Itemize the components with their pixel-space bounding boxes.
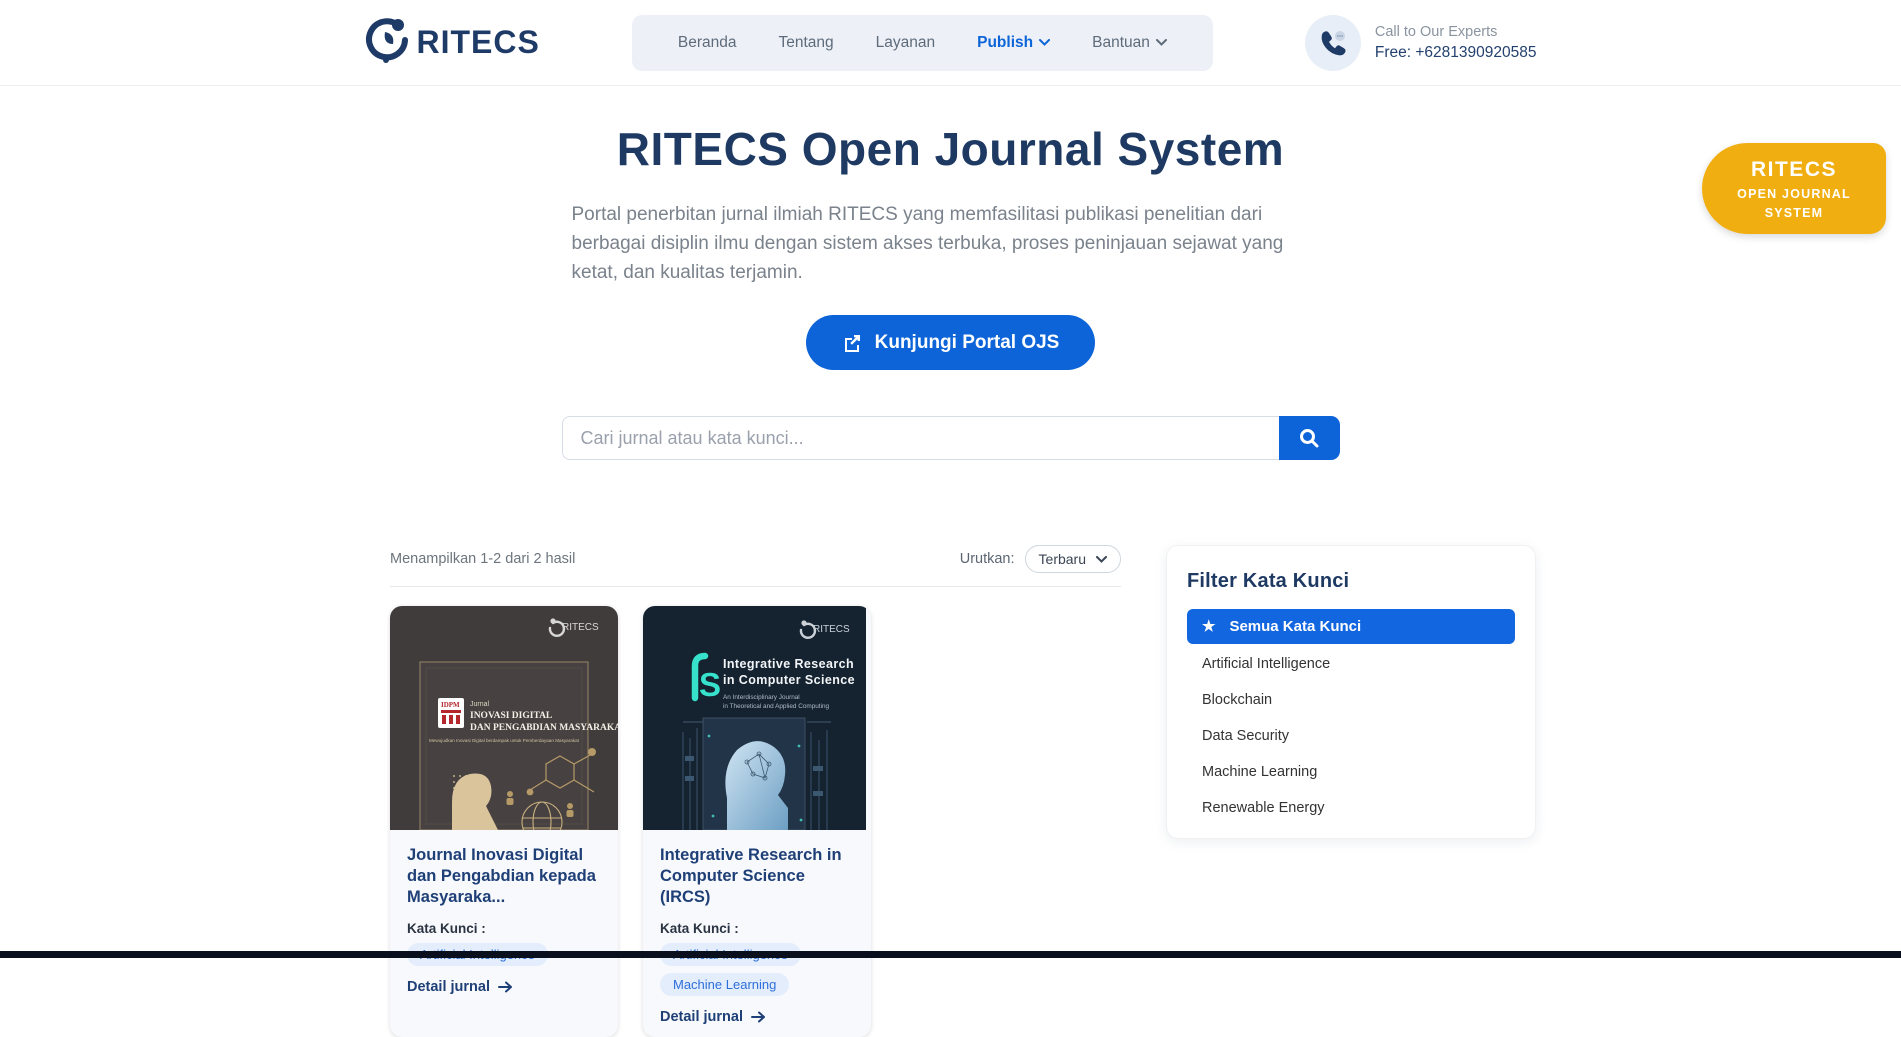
journal-cover-image: RITECS IDPM Jurnal INOVASI DIGITAL DAN [390,606,618,830]
journal-card-inovasi-digital[interactable]: RITECS IDPM Jurnal INOVASI DIGITAL DAN [390,606,618,1037]
svg-text:Jurnal: Jurnal [470,701,490,708]
ribbon-line2: OPEN JOURNAL [1716,187,1872,201]
ritecs-logo-icon [365,16,409,69]
footer-top-edge [0,951,1901,958]
main-content: Menampilkan 1-2 dari 2 hasil Urutkan: Te… [390,545,1536,1037]
search-input[interactable] [562,416,1279,460]
journal-card-ircs[interactable]: RITECS S Integrative Research in Compute… [643,606,871,1037]
nav-item-layanan[interactable]: Layanan [876,34,935,52]
svg-text:Mewujudkan Inovasi Digital ber: Mewujudkan Inovasi Digital berdampak unt… [429,738,580,743]
star-icon: ★ [1202,619,1215,634]
ribbon-line3: SYSTEM [1716,206,1872,220]
contact-phone-number[interactable]: Free: +6281390920585 [1375,44,1537,62]
sort-label: Urutkan: [960,551,1015,567]
detail-journal-link[interactable]: Detail jurnal [660,1009,854,1025]
nav-item-bantuan[interactable]: Bantuan [1092,34,1167,52]
ribbon-line1: RITECS [1716,158,1872,182]
brand-name: RITECS [417,24,540,61]
svg-text:Integrative Research: Integrative Research [723,657,854,671]
filter-item-all-keywords[interactable]: ★ Semua Kata Kunci [1187,609,1515,644]
nav-item-tentang[interactable]: Tentang [778,34,833,52]
hero-description: Portal penerbitan jurnal ilmiah RITECS y… [572,200,1330,287]
top-navbar: RITECS Beranda Tentang Layanan Publish B… [0,0,1901,86]
journal-title: Journal Inovasi Digital dan Pengabdian k… [407,845,601,908]
main-nav: Beranda Tentang Layanan Publish Bantuan [632,15,1213,71]
svg-text:An Interdisciplinary Journal: An Interdisciplinary Journal [723,694,800,701]
ojs-ribbon-badge: RITECS OPEN JOURNAL SYSTEM [1702,143,1886,234]
search-button[interactable] [1279,416,1340,460]
nav-item-beranda[interactable]: Beranda [678,34,737,52]
filter-item-machine-learning[interactable]: Machine Learning [1187,752,1515,782]
sort-select[interactable]: Terbaru [1025,545,1121,573]
svg-text:IDPM: IDPM [441,701,460,709]
filter-item-renewable-energy[interactable]: Renewable Energy [1187,788,1515,818]
svg-text:in Computer Science: in Computer Science [723,673,855,687]
arrow-right-icon [751,1011,766,1023]
chevron-down-icon [1156,39,1167,46]
brand-logo[interactable]: RITECS [365,16,540,69]
filter-item-artificial-intelligence[interactable]: Artificial Intelligence [1187,644,1515,674]
chevron-down-icon [1039,39,1050,46]
keywords-label: Kata Kunci : [407,921,601,936]
keywords-label: Kata Kunci : [660,921,854,936]
svg-text:in Theoretical and Applied Com: in Theoretical and Applied Computing [723,703,830,710]
journal-cover-image: RITECS S Integrative Research in Compute… [643,606,866,830]
svg-text:RITECS: RITECS [813,624,850,635]
contact-caption: Call to Our Experts [1375,24,1537,40]
search-icon [1298,427,1320,449]
hero-section: RITECS Open Journal System Portal penerb… [0,122,1901,460]
nav-item-publish[interactable]: Publish [977,34,1050,52]
chevron-down-icon [1096,556,1107,563]
filter-item-data-security[interactable]: Data Security [1187,716,1515,746]
journal-search [562,416,1340,460]
svg-text:RITECS: RITECS [562,622,599,633]
filter-item-blockchain[interactable]: Blockchain [1187,680,1515,710]
results-count: Menampilkan 1-2 dari 2 hasil [390,551,575,567]
keyword-filter-panel: Filter Kata Kunci ★ Semua Kata Kunci Art… [1166,545,1536,839]
external-link-icon [842,333,862,353]
contact-block: Call to Our Experts Free: +6281390920585 [1305,15,1537,71]
sort-control: Urutkan: Terbaru [960,545,1121,573]
results-panel: Menampilkan 1-2 dari 2 hasil Urutkan: Te… [390,545,1121,1037]
keyword-tag: Machine Learning [660,973,789,996]
visit-ojs-button[interactable]: Kunjungi Portal OJS [806,315,1096,370]
svg-text:INOVASI DIGITAL: INOVASI DIGITAL [470,711,552,721]
phone-icon [1305,15,1361,71]
divider [390,586,1121,587]
journal-title: Integrative Research in Computer Science… [660,845,854,908]
detail-journal-link[interactable]: Detail jurnal [407,979,601,995]
arrow-right-icon [498,981,513,993]
journal-cards: RITECS IDPM Jurnal INOVASI DIGITAL DAN [390,606,1121,1037]
svg-text:S: S [699,666,721,703]
svg-text:DAN PENGABDIAN MASYARAKAT: DAN PENGABDIAN MASYARAKAT [470,723,618,733]
page-title: RITECS Open Journal System [0,122,1901,176]
filter-title: Filter Kata Kunci [1187,570,1515,593]
